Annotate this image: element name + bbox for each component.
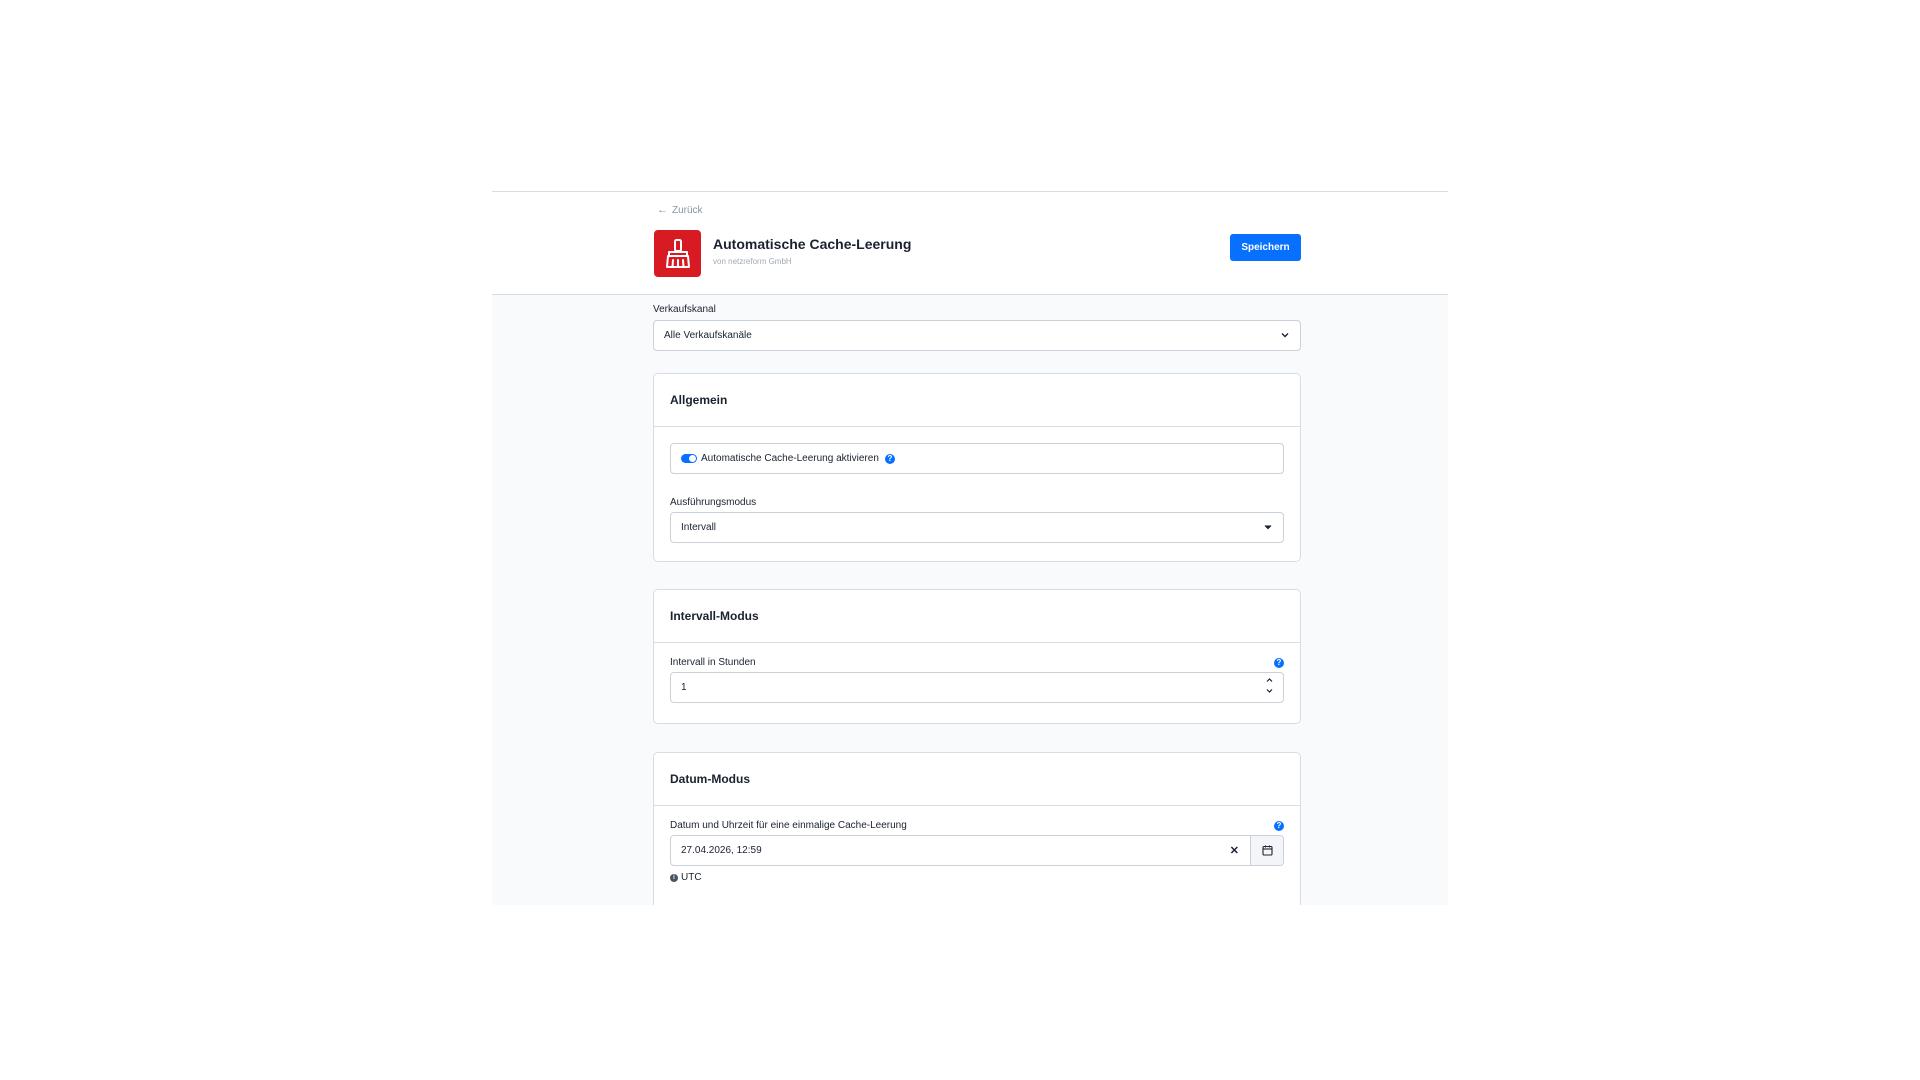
save-button[interactable]: Speichern [1230, 234, 1301, 261]
page-header: ← Zurück Automatische Cache-Leerung von … [492, 192, 1448, 295]
datetime-label: Datum und Uhrzeit für eine einmalige Cac… [670, 820, 907, 831]
app-window: ← Zurück Automatische Cache-Leerung von … [492, 191, 1448, 905]
mode-select[interactable]: Intervall [670, 512, 1284, 543]
toggle-label: Automatische Cache-Leerung aktivieren [701, 453, 879, 464]
date-card-body: Datum und Uhrzeit für eine einmalige Cac… [654, 806, 1300, 883]
timezone-hint: i UTC [670, 872, 1284, 883]
mode-label: Ausführungsmodus [670, 497, 757, 508]
sales-channel-label: Verkaufskanal [653, 304, 716, 315]
general-card-body: Automatische Cache-Leerung aktivieren ? … [654, 427, 1300, 543]
interval-card-body: Intervall in Stunden ? 1 [654, 643, 1300, 703]
back-link[interactable]: ← Zurück [657, 204, 703, 216]
info-icon[interactable]: ? [1274, 820, 1284, 831]
chevron-up-icon[interactable] [1265, 676, 1274, 684]
sales-channel-select[interactable]: Alle Verkaufskanäle [653, 320, 1301, 351]
sales-channel-value: Alle Verkaufskanäle [664, 330, 752, 341]
interval-hours-label: Intervall in Stunden [670, 657, 756, 668]
app-vendor: von netzreform GmbH [713, 257, 792, 266]
datetime-input[interactable]: 27.04.2026, 12:59 ✕ [670, 835, 1284, 866]
broom-icon [654, 230, 701, 277]
timezone-label: UTC [681, 872, 702, 883]
clear-icon[interactable]: ✕ [1230, 844, 1239, 857]
date-card-title: Datum-Modus [654, 753, 1300, 806]
arrow-left-icon: ← [657, 204, 668, 216]
app-title: Automatische Cache-Leerung [713, 236, 912, 252]
number-stepper[interactable] [1265, 676, 1274, 695]
interval-hours-input[interactable]: 1 [670, 672, 1284, 703]
chevron-down-icon [1280, 330, 1290, 343]
back-label: Zurück [672, 204, 703, 216]
mode-value: Intervall [681, 522, 717, 533]
calendar-icon [1261, 845, 1273, 856]
calendar-button[interactable] [1250, 836, 1283, 865]
info-icon[interactable]: ? [884, 453, 895, 464]
interval-card: Intervall-Modus Intervall in Stunden ? 1 [653, 589, 1301, 724]
general-card-title: Allgemein [654, 374, 1300, 427]
chevron-down-icon [1263, 522, 1273, 535]
date-card: Datum-Modus Datum und Uhrzeit für eine e… [653, 752, 1301, 905]
info-icon[interactable]: ? [1274, 657, 1284, 668]
auto-cache-toggle-field[interactable]: Automatische Cache-Leerung aktivieren ? [670, 443, 1284, 474]
datetime-value: 27.04.2026, 12:59 [681, 845, 762, 856]
interval-hours-value: 1 [681, 682, 687, 693]
chevron-down-icon[interactable] [1265, 687, 1274, 695]
interval-card-title: Intervall-Modus [654, 590, 1300, 643]
general-card: Allgemein Automatische Cache-Leerung akt… [653, 373, 1301, 562]
toggle-switch[interactable] [681, 454, 697, 463]
info-icon: i [670, 873, 678, 882]
